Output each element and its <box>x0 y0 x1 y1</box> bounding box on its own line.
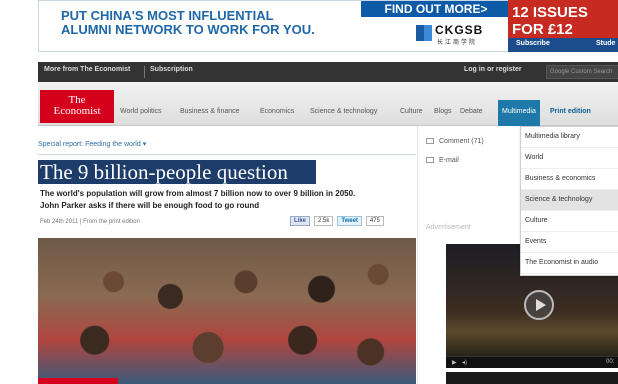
chevron-down-icon: ▾ <box>142 141 147 148</box>
article-dateline: Feb 24th 2011 | From the print edition <box>40 219 140 225</box>
top-utility-bar: More from The Economist Subscription Log… <box>38 62 618 82</box>
ad-find-out-button[interactable]: FIND OUT MORE> <box>361 1 511 17</box>
play-small-icon[interactable]: ▶ <box>452 359 457 366</box>
menu-item-audio[interactable]: The Economist in audio <box>521 253 618 274</box>
tweet-count: 475 <box>365 216 384 226</box>
student-link[interactable]: Stude <box>596 40 615 47</box>
subscription-link[interactable]: Subscription <box>150 66 193 73</box>
comment-icon <box>426 138 434 145</box>
ad-headline: PUT CHINA'S MOST INFLUENTIAL ALUMNI NETW… <box>61 8 315 37</box>
menu-item-events[interactable]: Events <box>521 232 618 253</box>
ad-brand: CKGSB <box>435 23 484 37</box>
site-header: The Economist World politics Business & … <box>38 82 618 126</box>
column-divider <box>417 126 418 384</box>
video-time: 00: <box>606 359 615 365</box>
nav-debate[interactable]: Debate <box>460 108 483 115</box>
nav-blogs[interactable]: Blogs <box>434 108 452 115</box>
nav-multimedia[interactable]: Multimedia <box>498 100 540 126</box>
like-count: 2.5k <box>314 216 334 226</box>
facebook-like-button[interactable]: Like <box>290 216 311 226</box>
nav-business-finance[interactable]: Business & finance <box>180 108 240 115</box>
menu-item-business-economics[interactable]: Business & economics <box>521 169 618 190</box>
article-photo <box>38 238 416 384</box>
ckgsb-logo-icon <box>416 25 432 41</box>
nav-print-edition[interactable]: Print edition <box>550 108 591 115</box>
social-buttons: Like 2.5k Tweet 475 <box>290 216 384 226</box>
comment-link[interactable]: Comment (71) <box>426 138 484 145</box>
menu-item-multimedia-library[interactable]: Multimedia library <box>521 127 618 148</box>
ad-brand-sub: 长江商学院 <box>437 40 478 46</box>
nav-science-technology[interactable]: Science & technology <box>310 108 377 115</box>
nav-economics[interactable]: Economics <box>260 108 294 115</box>
menu-item-world[interactable]: World <box>521 148 618 169</box>
advertisement-label: Advertisement <box>426 224 471 231</box>
subscribe-link[interactable]: Subscribe <box>516 40 550 47</box>
article-standfirst: The world's population will grow from al… <box>40 189 356 210</box>
video-strip <box>446 372 618 384</box>
page-title: The 9 billion-people question <box>38 160 316 184</box>
play-icon[interactable] <box>524 290 554 320</box>
promo-text: 12 ISSUES FOR £12 <box>512 4 588 38</box>
tweet-button[interactable]: Tweet <box>337 216 362 226</box>
divider <box>38 154 416 155</box>
browser-viewport: PUT CHINA'S MOST INFLUENTIAL ALUMNI NETW… <box>22 0 618 384</box>
promo-banner[interactable]: 12 ISSUES FOR £12 Subscribe Stude <box>508 0 618 52</box>
login-link[interactable]: Log in or register <box>464 66 522 73</box>
video-controls: ▶ ◂) 00: <box>446 356 618 368</box>
menu-item-science-technology[interactable]: Science & technology <box>521 190 618 211</box>
economist-logo[interactable]: The Economist <box>40 90 114 123</box>
breadcrumb[interactable]: Special report: Feeding the world ▾ <box>38 140 146 148</box>
volume-icon[interactable]: ◂) <box>462 359 467 366</box>
more-from-link[interactable]: More from The Economist <box>44 66 130 73</box>
multimedia-dropdown: Multimedia library World Business & econ… <box>520 126 618 276</box>
email-icon <box>426 157 434 164</box>
menu-item-culture[interactable]: Culture <box>521 211 618 232</box>
nav-world-politics[interactable]: World politics <box>120 108 162 115</box>
separator <box>144 66 145 78</box>
email-link[interactable]: E-mail <box>426 157 459 164</box>
ad-banner[interactable]: PUT CHINA'S MOST INFLUENTIAL ALUMNI NETW… <box>38 0 540 52</box>
nav-culture[interactable]: Culture <box>400 108 423 115</box>
photo-caption-bar <box>38 378 118 384</box>
search-input[interactable]: Google Custom Search <box>546 65 618 79</box>
